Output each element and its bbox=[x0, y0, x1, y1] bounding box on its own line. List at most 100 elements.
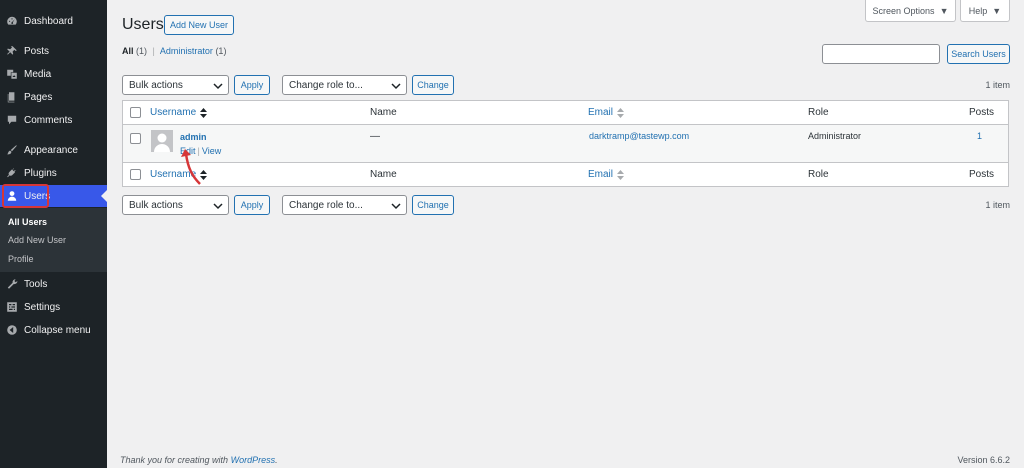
column-email-label: Email bbox=[588, 107, 614, 118]
sidebar-item-users[interactable]: Users bbox=[0, 185, 107, 207]
column-email[interactable]: Email bbox=[588, 107, 625, 118]
dashboard-icon bbox=[6, 15, 18, 27]
items-count-bottom: 1 item bbox=[985, 200, 1010, 210]
bulk-actions-value: Bulk actions bbox=[129, 199, 183, 211]
bulk-actions-select[interactable]: Bulk actions bbox=[122, 75, 229, 95]
apply-button-bottom[interactable]: Apply bbox=[234, 195, 270, 215]
submenu-profile[interactable]: Profile bbox=[8, 254, 34, 264]
media-icon bbox=[6, 68, 18, 80]
column-username-footer[interactable]: Username bbox=[150, 169, 208, 180]
default-avatar-icon bbox=[151, 130, 173, 152]
users-submenu: All Users Add New User Profile bbox=[0, 208, 107, 272]
sidebar-item-label: Media bbox=[24, 68, 52, 80]
sort-icon bbox=[617, 169, 625, 180]
sidebar-item-tools[interactable]: Tools bbox=[0, 273, 107, 295]
screen-options-label: Screen Options bbox=[872, 5, 935, 16]
search-users-button[interactable]: Search Users bbox=[947, 44, 1010, 64]
row-checkbox[interactable] bbox=[130, 133, 141, 144]
users-table: Username Name Email Role Posts admin Edi… bbox=[122, 100, 1009, 187]
chevron-down-icon bbox=[213, 203, 223, 210]
user-email-link[interactable]: darktramp@tastewp.com bbox=[589, 131, 689, 141]
edit-link[interactable]: Edit bbox=[180, 146, 196, 156]
sidebar-item-dashboard[interactable]: Dashboard bbox=[0, 10, 107, 32]
settings-icon bbox=[6, 301, 18, 313]
page-title: Users bbox=[122, 16, 164, 33]
change-role-select[interactable]: Change role to... bbox=[282, 75, 407, 95]
items-count: 1 item bbox=[985, 80, 1010, 90]
apply-button[interactable]: Apply bbox=[234, 75, 270, 95]
change-role-button-bottom[interactable]: Change bbox=[412, 195, 454, 215]
table-header-row: Username Name Email Role Posts bbox=[123, 101, 1008, 125]
filter-separator: | bbox=[152, 46, 155, 56]
sort-icon bbox=[617, 107, 625, 118]
column-username-label: Username bbox=[150, 169, 197, 180]
user-role-filters: All (1) | Administrator (1) bbox=[122, 46, 226, 56]
add-new-user-button[interactable]: Add New User bbox=[164, 15, 234, 35]
sidebar-item-label: Tools bbox=[24, 278, 48, 290]
footer-version: Version 6.6.2 bbox=[957, 455, 1010, 465]
wrench-icon bbox=[6, 278, 18, 290]
footer-thanks-text: Thank you for creating with bbox=[120, 455, 229, 465]
change-role-value: Change role to... bbox=[289, 199, 363, 211]
column-email-footer[interactable]: Email bbox=[588, 169, 625, 180]
pin-icon bbox=[6, 45, 18, 57]
brush-icon bbox=[6, 144, 18, 156]
sidebar-item-comments[interactable]: Comments bbox=[0, 109, 107, 131]
sidebar-item-plugins[interactable]: Plugins bbox=[0, 162, 107, 184]
chevron-down-icon bbox=[213, 83, 223, 90]
wordpress-link[interactable]: WordPress bbox=[231, 455, 276, 465]
screen-options-button[interactable]: Screen Options ▼ bbox=[865, 0, 956, 22]
filter-all-count: (1) bbox=[136, 46, 148, 56]
filter-administrator[interactable]: Administrator bbox=[160, 46, 213, 56]
column-posts-footer: Posts bbox=[969, 169, 995, 180]
admin-sidebar: Dashboard Posts Media Pages Comments App… bbox=[0, 0, 107, 468]
column-role: Role bbox=[808, 107, 829, 118]
table-footer-row: Username Name Email Role Posts bbox=[123, 163, 1008, 186]
comment-icon bbox=[6, 114, 18, 126]
sidebar-item-settings[interactable]: Settings bbox=[0, 296, 107, 318]
submenu-all-users[interactable]: All Users bbox=[8, 217, 47, 227]
sidebar-item-pages[interactable]: Pages bbox=[0, 86, 107, 108]
sidebar-item-media[interactable]: Media bbox=[0, 63, 107, 85]
view-link[interactable]: View bbox=[202, 146, 221, 156]
change-role-value: Change role to... bbox=[289, 79, 363, 91]
filter-all[interactable]: All bbox=[122, 46, 134, 56]
sidebar-item-label: Users bbox=[24, 190, 51, 202]
search-input[interactable] bbox=[822, 44, 940, 64]
sort-icon bbox=[200, 169, 208, 180]
user-role-cell: Administrator bbox=[808, 131, 862, 141]
bulk-actions-select-bottom[interactable]: Bulk actions bbox=[122, 195, 229, 215]
sidebar-item-label: Plugins bbox=[24, 167, 57, 179]
column-name: Name bbox=[370, 107, 397, 118]
chevron-down-icon bbox=[391, 83, 401, 90]
sidebar-item-label: Dashboard bbox=[24, 15, 73, 27]
pages-icon bbox=[6, 91, 18, 103]
sidebar-item-label: Posts bbox=[24, 45, 50, 57]
user-posts-link[interactable]: 1 bbox=[977, 131, 982, 141]
sort-icon bbox=[200, 107, 208, 118]
select-all-checkbox-footer[interactable] bbox=[130, 169, 141, 180]
column-role-footer: Role bbox=[808, 169, 829, 180]
row-actions: Edit | View bbox=[180, 146, 221, 156]
sidebar-item-posts[interactable]: Posts bbox=[0, 40, 107, 62]
submenu-add-new-user[interactable]: Add New User bbox=[8, 235, 66, 245]
username-link[interactable]: admin bbox=[180, 132, 207, 142]
change-role-button[interactable]: Change bbox=[412, 75, 454, 95]
sidebar-item-label: Collapse menu bbox=[24, 324, 91, 336]
caret-down-icon: ▼ bbox=[992, 5, 1002, 16]
plug-icon bbox=[6, 167, 18, 179]
column-email-label: Email bbox=[588, 169, 614, 180]
caret-down-icon: ▼ bbox=[939, 5, 949, 16]
help-label: Help bbox=[968, 5, 988, 16]
sidebar-item-appearance[interactable]: Appearance bbox=[0, 139, 107, 161]
collapse-icon bbox=[6, 324, 18, 336]
sidebar-item-collapse[interactable]: Collapse menu bbox=[0, 319, 107, 341]
column-username-label: Username bbox=[150, 107, 197, 118]
user-name-cell: — bbox=[370, 131, 380, 142]
select-all-checkbox[interactable] bbox=[130, 107, 141, 118]
bulk-actions-value: Bulk actions bbox=[129, 79, 183, 91]
column-posts: Posts bbox=[969, 107, 995, 118]
column-username[interactable]: Username bbox=[150, 107, 208, 118]
change-role-select-bottom[interactable]: Change role to... bbox=[282, 195, 407, 215]
help-button[interactable]: Help ▼ bbox=[960, 0, 1010, 22]
